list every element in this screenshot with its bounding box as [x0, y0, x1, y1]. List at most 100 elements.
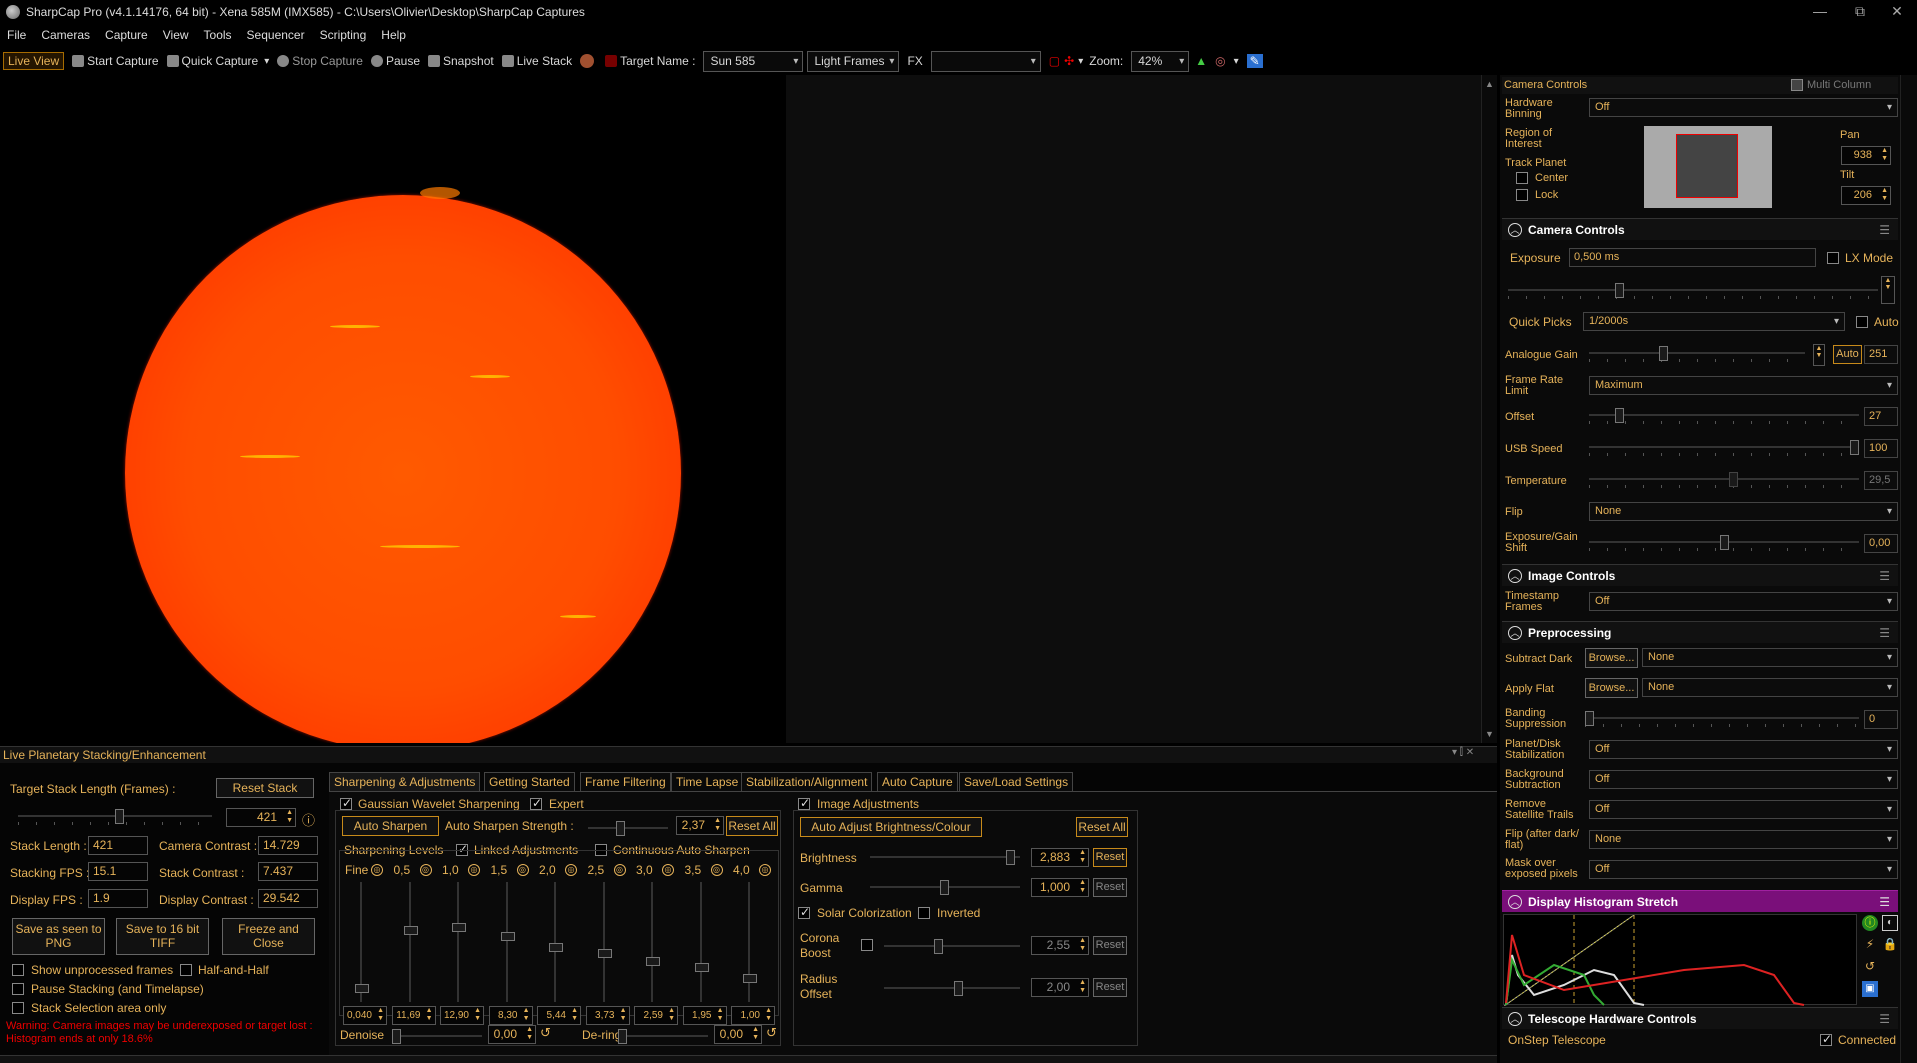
- auto-sharpen-strength-spin[interactable]: 2,37: [676, 816, 724, 835]
- level-reset-icon[interactable]: ◎: [613, 864, 626, 876]
- denoise-spin[interactable]: 0,00: [488, 1025, 536, 1044]
- menu-file[interactable]: File: [7, 28, 26, 42]
- sharpening-level-slider[interactable]: [741, 882, 757, 1002]
- sharpening-level-slider[interactable]: [353, 882, 369, 1002]
- right-panel-scrollbar[interactable]: [1900, 75, 1917, 1063]
- mask-overexposed-combo[interactable]: Off: [1589, 860, 1898, 879]
- freeze-close-button[interactable]: Freeze and Close: [222, 918, 315, 955]
- apply-flat-combo[interactable]: None: [1642, 678, 1898, 697]
- analogue-gain-auto-button[interactable]: Auto: [1833, 345, 1862, 364]
- sharpening-level-value[interactable]: 8,30: [488, 1006, 533, 1025]
- histogram-section[interactable]: ︿ Display Histogram Stretch ☰: [1502, 890, 1898, 912]
- solar-colorization-checkbox[interactable]: [798, 905, 810, 919]
- usb-speed-slider[interactable]: [1589, 439, 1859, 456]
- roi-icon[interactable]: ▢: [1049, 54, 1060, 68]
- subtract-dark-combo[interactable]: None: [1642, 648, 1898, 667]
- denoise-slider[interactable]: [392, 1028, 482, 1044]
- fx-combo[interactable]: [930, 50, 1041, 72]
- corona-reset-button[interactable]: Reset: [1093, 936, 1127, 955]
- camera-controls-section[interactable]: ︿ Camera Controls ☰: [1502, 218, 1898, 240]
- reset-icon[interactable]: ↺: [1862, 959, 1878, 975]
- lx-mode-checkbox[interactable]: [1827, 252, 1839, 264]
- sharpening-level-slider[interactable]: [402, 882, 418, 1002]
- auto-exposure-checkbox[interactable]: [1856, 316, 1868, 328]
- center-checkbox[interactable]: [1516, 172, 1528, 184]
- telescope-section[interactable]: ︿ Telescope Hardware Controls ☰: [1502, 1007, 1898, 1029]
- dering-slider[interactable]: [618, 1028, 708, 1044]
- analogue-gain-slider[interactable]: [1589, 345, 1805, 362]
- inverted-checkbox[interactable]: [918, 907, 930, 919]
- corona-boost-spin[interactable]: 2,55: [1031, 936, 1089, 955]
- chevron-down-icon[interactable]: ▾: [1234, 56, 1239, 67]
- scroll-up-icon[interactable]: ▲: [1485, 79, 1494, 89]
- flip-after-combo[interactable]: None: [1589, 830, 1898, 849]
- roi-rect[interactable]: [1676, 134, 1738, 198]
- sharpening-level-value[interactable]: 3,73: [585, 1006, 630, 1025]
- stop-capture-button[interactable]: Stop Capture: [277, 54, 363, 68]
- chevron-down-icon[interactable]: ▾: [1078, 56, 1083, 67]
- pause-button[interactable]: Pause: [370, 54, 420, 68]
- target-name-combo[interactable]: Sun 585: [703, 50, 804, 72]
- tab-auto-capture[interactable]: Auto Capture: [877, 772, 958, 792]
- subtract-dark-browse-button[interactable]: Browse...: [1585, 648, 1638, 668]
- sharpening-level-value[interactable]: 2,59: [634, 1006, 678, 1025]
- close-button[interactable]: ✕: [1877, 0, 1917, 23]
- level-reset-icon[interactable]: ◎: [565, 864, 577, 876]
- snapshot-button[interactable]: Snapshot: [428, 54, 494, 68]
- gaussian-checkbox[interactable]: [340, 796, 352, 810]
- auto-adjust-button[interactable]: Auto Adjust Brightness/Colour: [800, 817, 982, 837]
- radius-reset-button[interactable]: Reset: [1093, 978, 1127, 997]
- menu-cameras[interactable]: Cameras: [41, 28, 90, 42]
- save-png-button[interactable]: Save as seen to PNG: [12, 918, 105, 955]
- sharpening-level-value[interactable]: 0,040: [343, 1006, 387, 1025]
- auto-sharpen-button[interactable]: Auto Sharpen: [342, 816, 439, 836]
- multi-column-checkbox[interactable]: [1791, 79, 1803, 91]
- sharpening-level-slider[interactable]: [450, 882, 466, 1002]
- sun-mode-button[interactable]: [580, 54, 597, 68]
- target-stack-length-spin[interactable]: 421: [226, 808, 296, 827]
- menu-sequencer[interactable]: Sequencer: [247, 28, 305, 42]
- slider-knob[interactable]: [403, 926, 418, 935]
- live-view-button[interactable]: Live View: [3, 52, 65, 70]
- panel-menu-icon[interactable]: ▾ ⫿ ✕: [1452, 747, 1474, 758]
- offset-slider[interactable]: [1589, 407, 1859, 424]
- scroll-down-icon[interactable]: ▼: [1485, 729, 1494, 739]
- offset-value[interactable]: 27: [1864, 407, 1898, 426]
- gamma-slider[interactable]: [870, 879, 1020, 895]
- collapse-icon[interactable]: ︿: [1508, 625, 1522, 640]
- maximize-button[interactable]: ⧉: [1840, 0, 1880, 23]
- histogram-icon[interactable]: ▲: [1195, 54, 1207, 68]
- slider-knob[interactable]: [355, 984, 369, 993]
- background-subtraction-combo[interactable]: Off: [1589, 770, 1898, 789]
- pan-spin[interactable]: 938: [1841, 146, 1891, 165]
- viewport-scrollbar[interactable]: ▲ ▼: [1481, 75, 1497, 743]
- info-icon[interactable]: ⓘ: [1862, 915, 1878, 931]
- preprocessing-section[interactable]: ︿ Preprocessing ☰: [1502, 621, 1898, 643]
- exposure-input[interactable]: 0,500 ms: [1569, 248, 1816, 267]
- reset-icon[interactable]: ↺: [540, 1025, 551, 1041]
- menu-icon[interactable]: ☰: [1879, 1012, 1890, 1026]
- crosshair-icon[interactable]: ✣: [1064, 54, 1074, 68]
- image-controls-section[interactable]: ︿ Image Controls ☰: [1502, 564, 1898, 586]
- radius-offset-spin[interactable]: 2,00: [1031, 978, 1089, 997]
- frame-rate-combo[interactable]: Maximum: [1589, 376, 1898, 395]
- reset-icon[interactable]: ↺: [766, 1025, 777, 1041]
- slider-knob[interactable]: [646, 957, 660, 966]
- sharpening-level-slider[interactable]: [644, 882, 660, 1002]
- frame-type-combo[interactable]: Light Frames: [807, 50, 900, 72]
- analogue-gain-value[interactable]: 251: [1864, 345, 1898, 364]
- level-reset-icon[interactable]: ◎: [468, 864, 480, 876]
- reset-stack-button[interactable]: Reset Stack: [216, 778, 314, 798]
- menu-icon[interactable]: ☰: [1879, 223, 1890, 237]
- info-icon[interactable]: ⓘ: [302, 810, 315, 829]
- tab-getting-started[interactable]: Getting Started: [484, 772, 575, 792]
- image-adjustments-checkbox[interactable]: [798, 796, 810, 810]
- slider-knob[interactable]: [549, 943, 563, 952]
- menu-tools[interactable]: Tools: [204, 28, 232, 42]
- pause-stacking-checkbox[interactable]: [12, 983, 24, 995]
- exposure-gain-shift-value[interactable]: 0,00: [1864, 534, 1898, 553]
- tab-sharpening[interactable]: Sharpening & Adjustments: [329, 772, 481, 792]
- minimize-button[interactable]: —: [1800, 0, 1840, 23]
- collapse-icon[interactable]: ︿: [1508, 222, 1522, 237]
- level-reset-icon[interactable]: ◎: [371, 864, 383, 876]
